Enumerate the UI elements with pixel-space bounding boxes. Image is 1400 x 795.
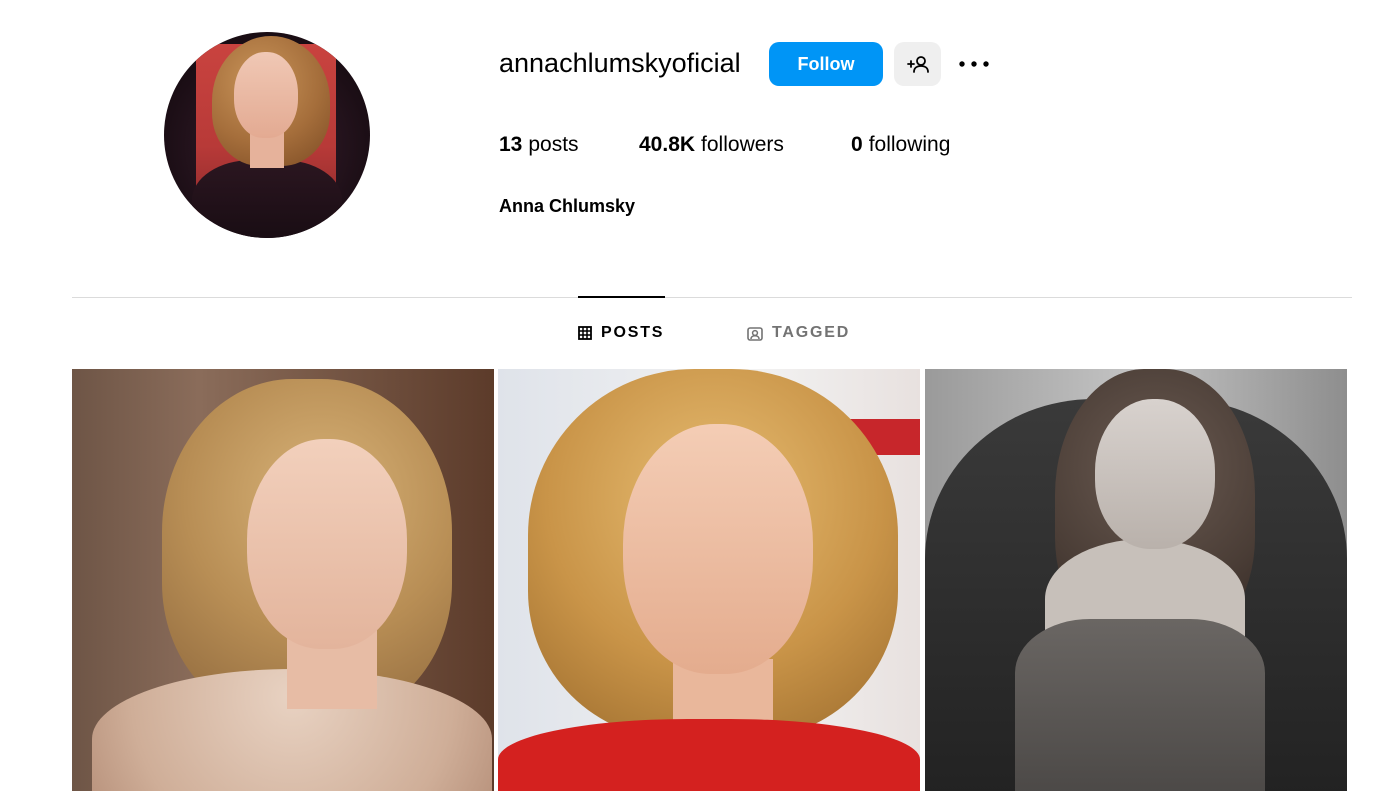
- more-horizontal-icon: [959, 61, 989, 67]
- profile-page: annachlumskyoficial Follow 13 posts 40.8…: [0, 0, 1400, 795]
- following-label: following: [868, 133, 951, 156]
- posts-label: posts: [528, 133, 579, 156]
- followers-count: 40.8K: [639, 133, 696, 156]
- post-thumbnail[interactable]: [498, 369, 920, 791]
- photo-face: [1095, 399, 1215, 549]
- avatar-dress: [192, 160, 342, 238]
- post-thumbnail[interactable]: [72, 369, 494, 791]
- following-count: 0: [851, 133, 863, 156]
- avatar-face: [234, 52, 298, 138]
- active-tab-indicator: [578, 296, 665, 298]
- profile-avatar[interactable]: [164, 32, 370, 238]
- profile-full-name: Anna Chlumsky: [499, 196, 636, 216]
- tab-tagged[interactable]: TAGGED: [747, 324, 850, 342]
- photo-shirt: [1015, 619, 1265, 791]
- photo-face: [247, 439, 407, 649]
- photo-face: [623, 424, 813, 674]
- followers-label: followers: [701, 133, 784, 156]
- tab-tagged-label: TAGGED: [772, 324, 851, 341]
- suggest-accounts-button[interactable]: [894, 42, 941, 86]
- post-thumbnail[interactable]: [925, 369, 1347, 791]
- followers-stat[interactable]: 40.8K followers: [639, 133, 851, 157]
- person-add-icon: [906, 56, 929, 73]
- profile-username: annachlumskyoficial: [499, 48, 741, 78]
- tab-posts[interactable]: POSTS: [578, 324, 664, 342]
- tab-posts-label: POSTS: [601, 324, 665, 341]
- follow-button[interactable]: Follow: [769, 42, 883, 86]
- following-stat[interactable]: 0 following: [851, 133, 950, 157]
- tabs-divider: [72, 297, 1352, 298]
- grid-icon: [578, 326, 592, 340]
- profile-stats: 13 posts 40.8K followers 0 following: [499, 133, 950, 157]
- posts-count: 13: [499, 133, 523, 156]
- more-options-button[interactable]: [955, 48, 993, 80]
- tagged-icon: [747, 326, 763, 341]
- photo-top: [498, 719, 920, 791]
- posts-stat: 13 posts: [499, 133, 639, 157]
